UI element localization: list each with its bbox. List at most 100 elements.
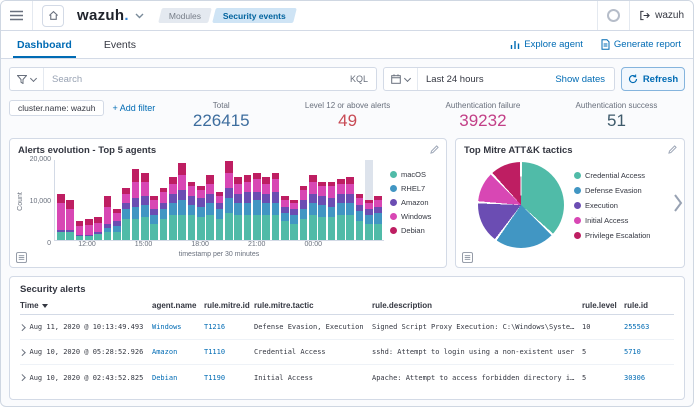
- refresh-button[interactable]: Refresh: [621, 67, 685, 91]
- breadcrumb-security-events[interactable]: Security events: [212, 8, 297, 23]
- agent-name-link[interactable]: Debian: [152, 374, 204, 382]
- bar[interactable]: [300, 160, 308, 240]
- rule-id-link[interactable]: 255563: [624, 323, 674, 331]
- legend-item[interactable]: macOS: [390, 170, 438, 179]
- rule-id-link[interactable]: 30306: [624, 374, 674, 382]
- mitre-id-link[interactable]: T1216: [204, 323, 254, 331]
- column-header[interactable]: rule.description: [372, 301, 582, 310]
- bar[interactable]: [150, 160, 158, 240]
- mitre-id-link[interactable]: T1110: [204, 348, 254, 356]
- legend-item[interactable]: Defense Evasion: [574, 186, 650, 195]
- time-range-value[interactable]: Last 24 hours: [418, 74, 546, 85]
- legend-item[interactable]: Windows: [390, 212, 438, 221]
- legend-item[interactable]: Amazon: [390, 198, 438, 207]
- search-input[interactable]: [44, 74, 342, 85]
- chevron-down-icon[interactable]: [135, 13, 144, 19]
- legend-item[interactable]: Privilege Escalation: [574, 231, 650, 240]
- legend-item[interactable]: Initial Access: [574, 216, 650, 225]
- bar[interactable]: [104, 160, 112, 240]
- generate-report-button[interactable]: Generate report: [601, 39, 681, 50]
- bar[interactable]: [290, 160, 298, 240]
- bar[interactable]: [337, 160, 345, 240]
- show-dates-button[interactable]: Show dates: [546, 74, 614, 85]
- legend-item[interactable]: Debian: [390, 226, 438, 235]
- bar-segment: [309, 182, 317, 195]
- health-indicator-button[interactable]: [598, 1, 629, 30]
- bar[interactable]: [94, 160, 102, 240]
- bar[interactable]: [365, 160, 373, 240]
- agent-name-link[interactable]: Windows: [152, 323, 204, 331]
- edit-panel-icon[interactable]: [668, 145, 677, 154]
- home-button[interactable]: [42, 5, 64, 27]
- column-header[interactable]: Time: [20, 301, 152, 310]
- filter-menu-button[interactable]: [10, 68, 44, 90]
- add-filter-button[interactable]: + Add filter: [112, 100, 155, 113]
- tab-events[interactable]: Events: [100, 31, 140, 58]
- bar[interactable]: [113, 160, 121, 240]
- bar-segment: [178, 163, 186, 176]
- column-header[interactable]: rule.level: [582, 301, 624, 310]
- expand-row-chevron[interactable]: [19, 324, 25, 330]
- wazuh-logo[interactable]: wazuh.: [77, 7, 129, 24]
- column-header[interactable]: agent.name: [152, 301, 204, 310]
- legend-toggle-icon[interactable]: [16, 252, 27, 263]
- agent-name-link[interactable]: Amazon: [152, 348, 204, 356]
- bar[interactable]: [244, 160, 252, 240]
- bar[interactable]: [169, 160, 177, 240]
- calendar-menu-button[interactable]: [384, 68, 418, 90]
- mitre-id-link[interactable]: T1190: [204, 374, 254, 382]
- bar[interactable]: [253, 160, 261, 240]
- bar[interactable]: [160, 160, 168, 240]
- expand-row-chevron[interactable]: [19, 374, 25, 380]
- bar[interactable]: [178, 160, 186, 240]
- edit-panel-icon[interactable]: [430, 145, 439, 154]
- breadcrumb-modules[interactable]: Modules: [158, 8, 212, 23]
- legend-item[interactable]: Execution: [574, 201, 650, 210]
- pie-legend: Credential Access Defense Evasion Executio…: [574, 171, 650, 240]
- next-panel-chevron[interactable]: [673, 193, 683, 213]
- menu-button[interactable]: [1, 1, 32, 30]
- rule-id-link[interactable]: 5710: [624, 348, 674, 356]
- account-menu[interactable]: wazuh: [630, 1, 693, 30]
- legend-item[interactable]: Credential Access: [574, 171, 650, 180]
- bar[interactable]: [122, 160, 130, 240]
- bar[interactable]: [281, 160, 289, 240]
- bar[interactable]: [309, 160, 317, 240]
- tab-dashboard[interactable]: Dashboard: [13, 31, 76, 58]
- bar[interactable]: [206, 160, 214, 240]
- table-row[interactable]: Aug 10, 2020 @ 05:28:52.926AmazonT1110Cr…: [20, 340, 674, 365]
- bar[interactable]: [272, 160, 280, 240]
- mitre-pie-chart[interactable]: [478, 162, 564, 248]
- bar[interactable]: [76, 160, 84, 240]
- bar[interactable]: [346, 160, 354, 240]
- kql-label[interactable]: KQL: [342, 74, 376, 84]
- bar[interactable]: [328, 160, 336, 240]
- bar-segment: [365, 215, 373, 223]
- explore-agent-button[interactable]: Explore agent: [510, 39, 583, 50]
- legend-item[interactable]: RHEL7: [390, 184, 438, 193]
- bar[interactable]: [141, 160, 149, 240]
- expand-row-chevron[interactable]: [19, 349, 25, 355]
- column-header[interactable]: rule.mitre.id: [204, 301, 254, 310]
- column-header[interactable]: rule.mitre.tactic: [254, 301, 372, 310]
- bar[interactable]: [216, 160, 224, 240]
- table-row[interactable]: Aug 10, 2020 @ 02:43:52.825DebianT1190In…: [20, 365, 674, 390]
- bar[interactable]: [356, 160, 364, 240]
- bar[interactable]: [188, 160, 196, 240]
- bar[interactable]: [197, 160, 205, 240]
- bar[interactable]: [57, 160, 65, 240]
- legend-toggle-icon[interactable]: [462, 252, 473, 263]
- bar[interactable]: [225, 160, 233, 240]
- table-row[interactable]: Aug 11, 2020 @ 10:13:49.493WindowsT1216D…: [20, 315, 674, 340]
- column-header[interactable]: rule.id: [624, 301, 674, 310]
- bar[interactable]: [132, 160, 140, 240]
- bar[interactable]: [318, 160, 326, 240]
- bar-segment: [206, 194, 214, 202]
- bar-chart-legend: macOS RHEL7 Amazon Windows Debian: [384, 160, 438, 258]
- bar[interactable]: [262, 160, 270, 240]
- bar[interactable]: [234, 160, 242, 240]
- bar[interactable]: [66, 160, 74, 240]
- bar[interactable]: [374, 160, 382, 240]
- filter-chip-cluster-name[interactable]: cluster.name: wazuh: [9, 100, 104, 116]
- bar[interactable]: [85, 160, 93, 240]
